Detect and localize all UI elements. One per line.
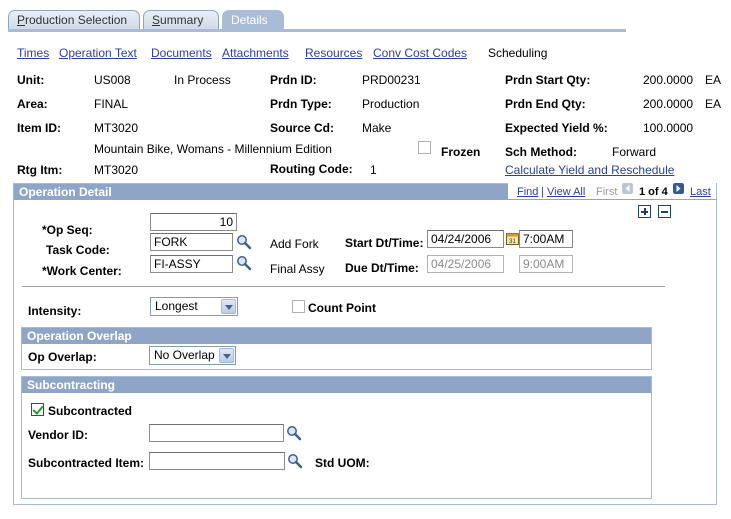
source-cd-value: Make [362,121,392,135]
add-row-button[interactable] [638,205,651,218]
vendor-id-lookup-icon[interactable] [286,425,302,441]
std-uom-label: Std UOM: [315,456,370,470]
work-center-input[interactable] [150,255,233,273]
delete-row-button[interactable] [658,205,671,218]
link-documents[interactable]: Documents [151,46,212,60]
calendar-icon[interactable]: 31 [506,232,519,245]
link-times[interactable]: Times [17,46,49,60]
rtg-itm-value: MT3020 [94,163,139,177]
status-value: In Process [174,73,231,87]
op-seq-label: *Op Seq: [42,223,93,237]
task-code-input[interactable] [150,233,233,251]
subcontracted-item-label: Subcontracted Item: [28,456,145,470]
prdn-start-qty-value: 200.0000 [643,73,694,87]
row-counter: 1 of 4 [639,186,668,198]
subcontracting-header: Subcontracting [22,377,651,393]
intensity-label: Intensity: [28,304,82,318]
due-date-input [427,255,504,273]
nav-separator: | [541,186,544,198]
item-id-label: Item ID: [17,121,62,135]
frozen-label: Frozen [441,145,481,159]
source-cd-label: Source Cd: [270,121,335,135]
vendor-id-label: Vendor ID: [28,428,89,442]
link-conv-cost-codes[interactable]: Conv Cost Codes [373,46,467,60]
op-overlap-label: Op Overlap: [28,350,97,364]
prdn-type-label: Prdn Type: [270,97,332,111]
prdn-start-qty-uom: EA [705,73,722,87]
rtg-itm-label: Rtg Itm: [17,163,63,177]
last-link[interactable]: Last [690,186,711,198]
tab-bar-underline [8,29,626,32]
view-all-link[interactable]: View All [547,186,585,198]
find-link[interactable]: Find [517,186,538,198]
tab-details[interactable]: Details [222,10,284,31]
link-operation-text[interactable]: Operation Text [59,46,137,60]
calculate-yield-reschedule-link[interactable]: Calculate Yield and Reschedule [505,163,674,177]
prdn-end-qty-label: Prdn End Qty: [505,97,586,111]
tab-production-selection[interactable]: Production Selection [8,10,140,30]
routing-code-label: Routing Code: [270,162,353,176]
task-code-description: Add Fork [270,237,319,251]
unit-label: Unit: [17,73,45,87]
count-point-checkbox[interactable] [292,300,305,313]
prdn-id-value: PRD00231 [362,73,421,87]
link-resources[interactable]: Resources [305,46,362,60]
chevron-down-icon [219,348,234,363]
subcontracted-checkbox[interactable] [31,403,44,416]
intensity-select[interactable]: Longest [150,297,238,316]
prdn-type-value: Production [362,97,420,111]
vendor-id-input[interactable] [149,424,284,442]
prdn-end-qty-value: 200.0000 [643,97,694,111]
work-center-description: Final Assy [270,262,325,276]
svg-text:31: 31 [509,239,516,245]
link-attachments[interactable]: Attachments [222,46,289,60]
op-overlap-select[interactable]: No Overlap [149,346,236,365]
operation-overlap-group: Operation Overlap [21,327,652,370]
count-point-label: Count Point [308,301,376,315]
divider [22,286,665,287]
intensity-selected-value: Longest [155,299,198,313]
task-code-label: Task Code: [46,243,110,257]
prdn-end-qty-uom: EA [705,97,722,111]
item-id-value: MT3020 [94,121,139,135]
start-time-input[interactable] [519,230,573,248]
area-value: FINAL [94,97,129,111]
first-label: First [596,186,618,198]
scheduling-label: Scheduling [488,46,548,60]
next-arrow-icon[interactable] [673,183,684,194]
subcontracting-group: Subcontracting [21,376,652,499]
routing-code-value: 1 [370,163,377,177]
prdn-start-qty-label: Prdn Start Qty: [505,73,591,87]
sch-method-label: Sch Method: [505,145,577,159]
start-dt-time-label: Start Dt/Time: [345,236,424,250]
prdn-id-label: Prdn ID: [270,73,317,87]
tab-summary[interactable]: Summary [143,10,219,30]
op-seq-input[interactable] [150,213,237,231]
sch-method-value: Forward [612,145,657,159]
subcontracted-item-lookup-icon[interactable] [287,453,303,469]
due-dt-time-label: Due Dt/Time: [345,261,419,275]
unit-value: US008 [94,73,131,87]
frozen-checkbox[interactable] [418,141,431,154]
previous-arrow-icon[interactable] [622,183,633,194]
work-center-lookup-icon[interactable] [236,255,252,271]
operation-overlap-header: Operation Overlap [22,328,651,344]
area-label: Area: [17,97,48,111]
task-code-lookup-icon[interactable] [236,234,252,250]
start-date-input[interactable] [427,230,504,248]
expected-yield-value: 100.0000 [643,121,694,135]
due-time-input [519,255,573,273]
subcontracted-label: Subcontracted [48,404,133,418]
expected-yield-label: Expected Yield %: [505,121,608,135]
item-description: Mountain Bike, Womans - Millennium Editi… [94,142,332,156]
op-overlap-selected-value: No Overlap [154,348,215,362]
work-center-label: *Work Center: [42,264,122,278]
chevron-down-icon [221,299,236,314]
subcontracted-item-input[interactable] [149,452,285,470]
